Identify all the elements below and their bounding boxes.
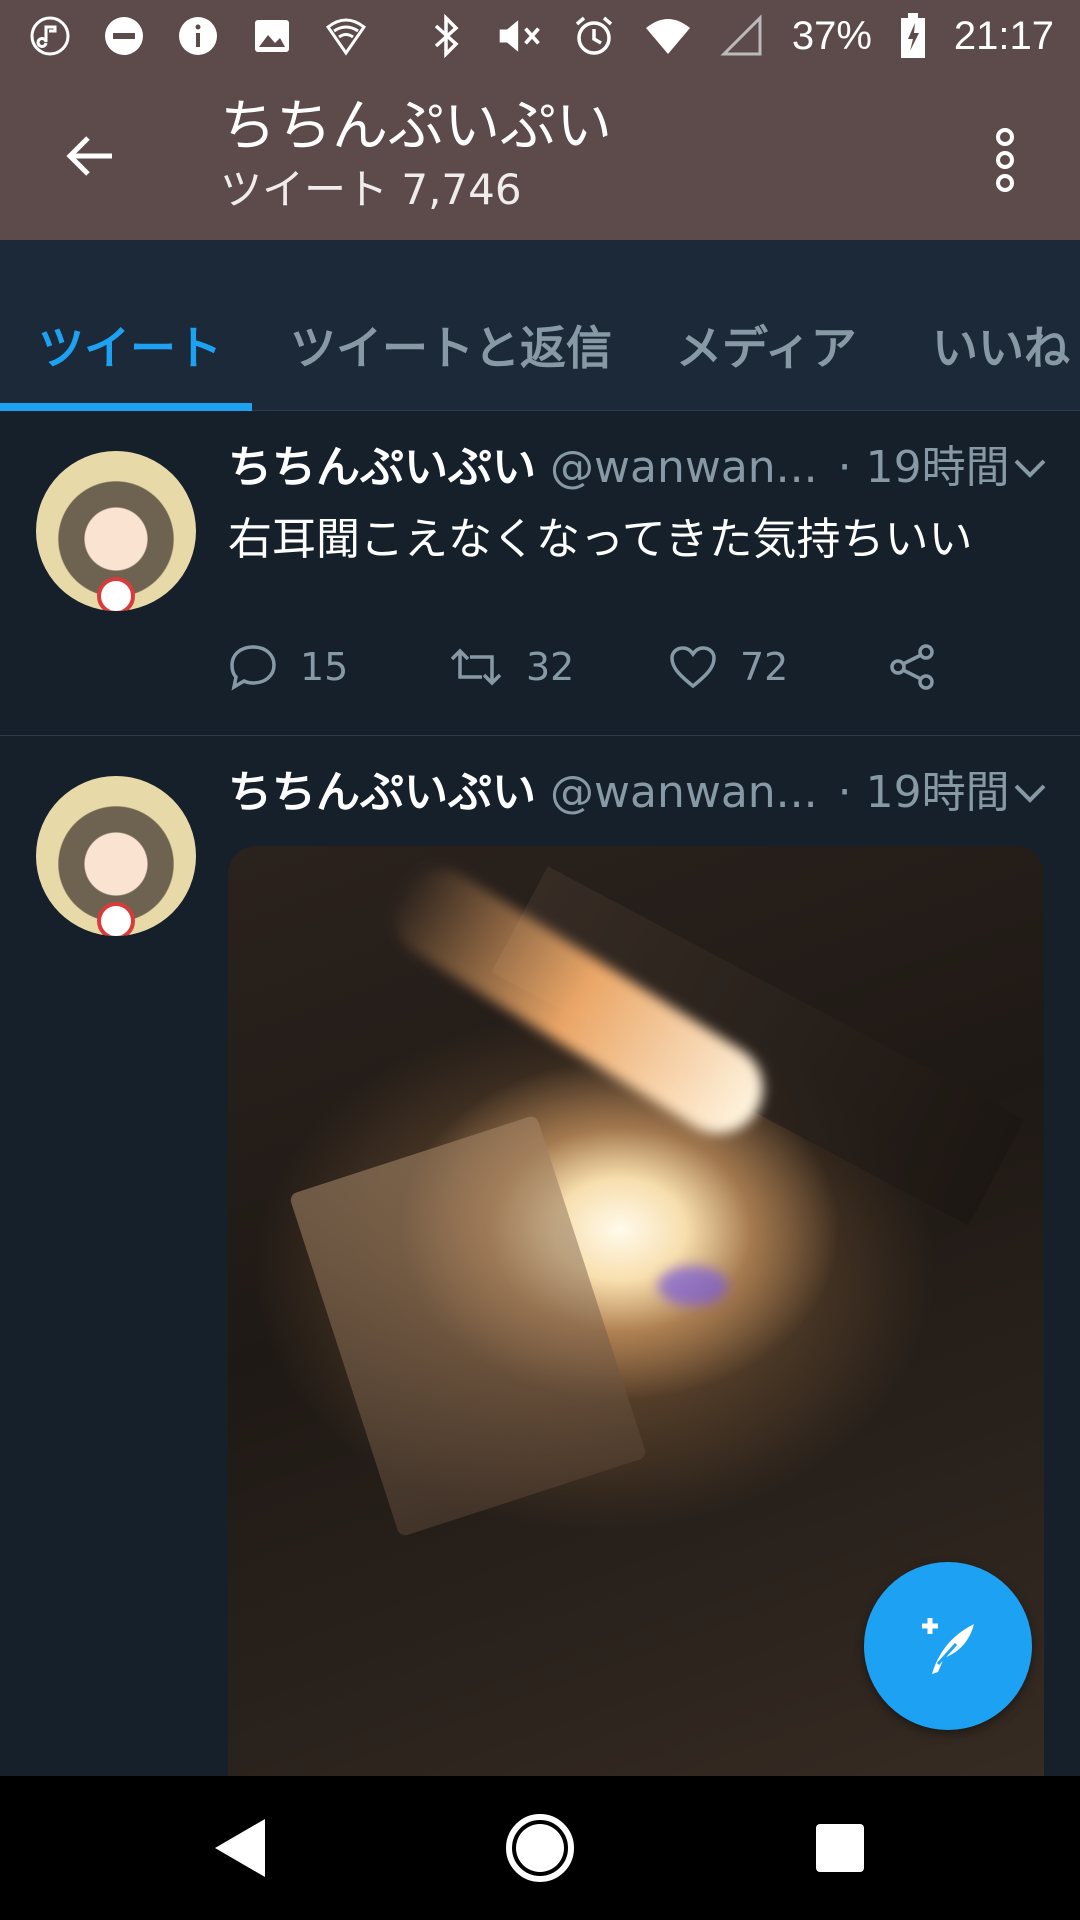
- photo-log-shape: [288, 1114, 648, 1538]
- like-count: 72: [740, 645, 789, 689]
- tweet-author-handle[interactable]: @wanwan...: [550, 442, 818, 493]
- arrow-back-icon: [66, 136, 112, 176]
- tab-tweets[interactable]: ツイート: [38, 312, 222, 378]
- nav-home-icon: [506, 1814, 574, 1882]
- nav-home-button[interactable]: [500, 1808, 580, 1888]
- chevron-down-icon[interactable]: [1008, 445, 1052, 489]
- tab-likes[interactable]: いいね: [932, 312, 1070, 378]
- nav-back-button[interactable]: [200, 1808, 280, 1888]
- tweet-header: ちちんぷいぷい @wanwan... · 19時間: [228, 756, 1010, 820]
- tweet-author-name[interactable]: ちちんぷいぷい: [228, 431, 536, 495]
- music-icon: [26, 12, 74, 60]
- tab-media[interactable]: メディア: [676, 312, 857, 378]
- tweet-item[interactable]: ちちんぷいぷい @wanwan... · 19時間 右耳聞こえなくなってきた気持…: [0, 411, 1080, 736]
- overflow-menu-button[interactable]: [970, 120, 1040, 200]
- battery-charging-icon: [898, 12, 928, 60]
- avatar[interactable]: [36, 776, 196, 936]
- status-right-icons: 37% 21:17: [422, 12, 1054, 60]
- info-icon: [174, 12, 222, 60]
- do-not-disturb-icon: [100, 12, 148, 60]
- avatar[interactable]: [36, 451, 196, 611]
- chevron-down-icon[interactable]: [1008, 770, 1052, 814]
- profile-header-titles: ちちんぷいぷい ツイート 7,746: [220, 92, 612, 218]
- share-icon: [890, 644, 934, 690]
- tweet-author-handle[interactable]: @wanwan...: [550, 767, 818, 818]
- signal-icon: [718, 12, 766, 60]
- status-left-icons: [26, 12, 370, 60]
- heart-icon: [670, 646, 716, 689]
- tweet-author-name[interactable]: ちちんぷいぷい: [228, 756, 536, 820]
- system-navigation-bar: [0, 1776, 1080, 1920]
- compose-feather-icon: [922, 1618, 974, 1674]
- tweet-time: · 19時間: [837, 767, 1010, 818]
- alarm-icon: [570, 12, 618, 60]
- app-bar: ちちんぷいぷい ツイート 7,746: [0, 72, 1080, 240]
- profile-tabs: ツイート ツイートと返信 メディア いいね: [0, 240, 1080, 411]
- back-button[interactable]: [50, 116, 130, 196]
- compose-tweet-button[interactable]: [864, 1562, 1032, 1730]
- volume-mute-icon: [496, 12, 544, 60]
- retweet-button[interactable]: 32: [448, 643, 668, 691]
- nav-recents-icon: [816, 1824, 864, 1872]
- tweet-actions: 15 32 72: [228, 643, 1080, 691]
- battery-percent: 37%: [791, 13, 872, 58]
- wifi-icon: [644, 12, 692, 60]
- tweet-time: · 19時間: [837, 442, 1010, 493]
- image-icon: [248, 12, 296, 60]
- status-bar: 37% 21:17: [0, 0, 1080, 72]
- nav-back-icon: [215, 1819, 265, 1877]
- page-title: ちちんぷいぷい: [220, 94, 612, 159]
- retweet-icon: [450, 648, 502, 686]
- nav-recents-button[interactable]: [800, 1808, 880, 1888]
- like-button[interactable]: 72: [668, 644, 888, 690]
- reply-count: 15: [300, 645, 349, 689]
- clock: 21:17: [953, 13, 1054, 58]
- tweet-text: 右耳聞こえなくなってきた気持ちいい: [228, 514, 973, 565]
- photo-glow-shape: [658, 1266, 728, 1306]
- share-button[interactable]: [888, 643, 1080, 691]
- tweet-header: ちちんぷいぷい @wanwan... · 19時間: [228, 431, 1010, 495]
- shield-wifi-icon: [322, 12, 370, 60]
- active-tab-indicator: [0, 403, 252, 411]
- avatar-badge-icon: [97, 577, 135, 611]
- reply-button[interactable]: 15: [228, 643, 448, 691]
- reply-icon: [230, 645, 276, 691]
- retweet-count: 32: [526, 645, 575, 689]
- more-vert-icon: [996, 128, 1014, 192]
- avatar-badge-icon: [97, 902, 135, 936]
- tweet-count: ツイート 7,746: [220, 165, 522, 214]
- bluetooth-icon: [422, 12, 470, 60]
- tab-tweets-and-replies[interactable]: ツイートと返信: [290, 312, 612, 378]
